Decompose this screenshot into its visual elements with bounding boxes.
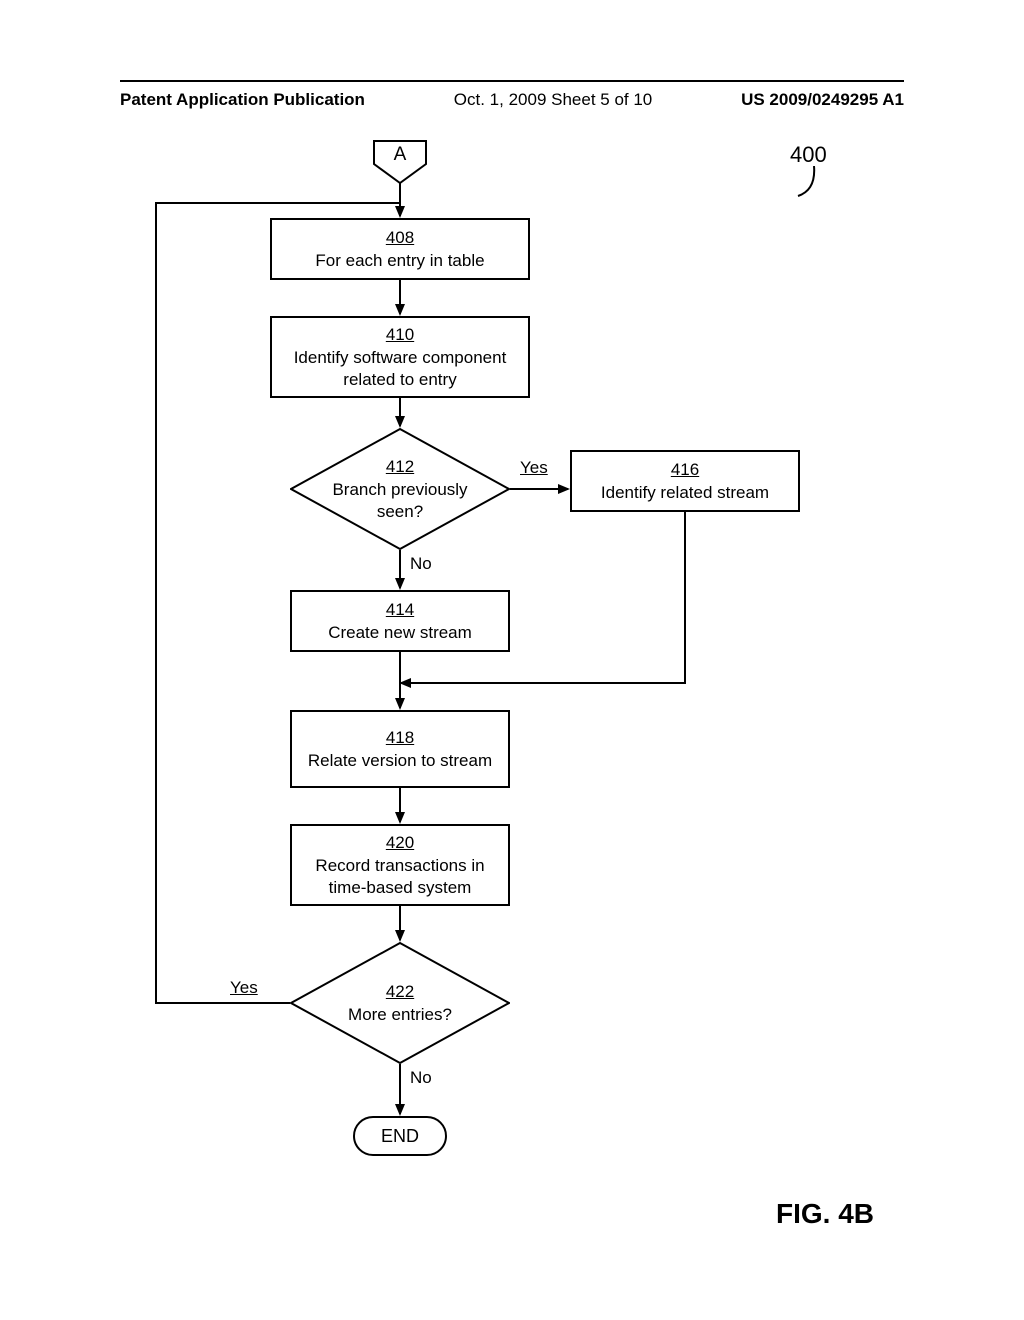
header-right: US 2009/0249295 A1 [741,90,904,110]
page-header: Patent Application Publication Oct. 1, 2… [120,80,904,110]
header-left: Patent Application Publication [120,90,365,110]
flowchart-wires [120,130,904,1260]
header-mid: Oct. 1, 2009 Sheet 5 of 10 [454,90,652,110]
flowchart-canvas: A 408 For each entry in table 410 Identi… [120,130,904,1260]
